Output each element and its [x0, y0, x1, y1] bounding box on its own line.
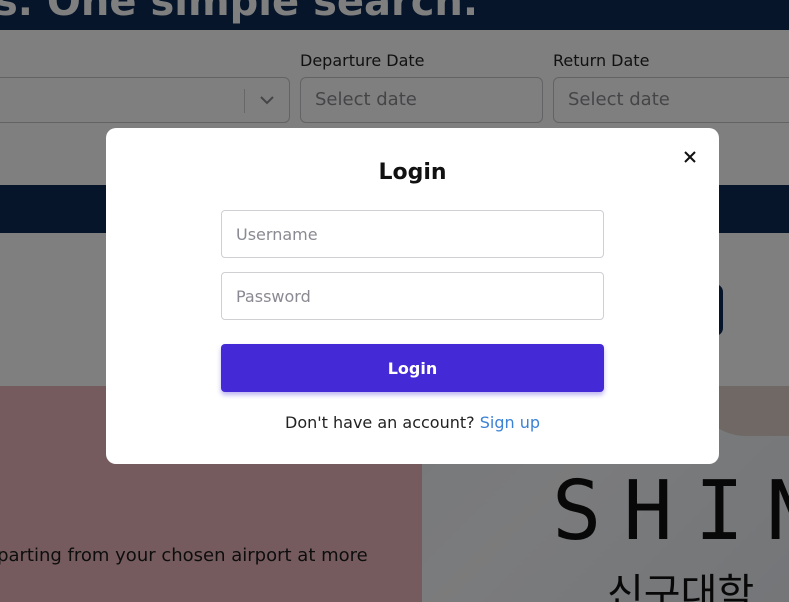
signup-link[interactable]: Sign up [480, 413, 540, 432]
signup-prompt-text: Don't have an account? [285, 413, 475, 432]
login-modal: Login Login Don't have an account? Sign … [106, 128, 719, 464]
modal-title: Login [378, 160, 447, 185]
signup-prompt-line: Don't have an account? Sign up [106, 413, 719, 432]
login-button[interactable]: Login [221, 344, 604, 392]
password-input[interactable] [221, 272, 604, 320]
username-input[interactable] [221, 210, 604, 258]
